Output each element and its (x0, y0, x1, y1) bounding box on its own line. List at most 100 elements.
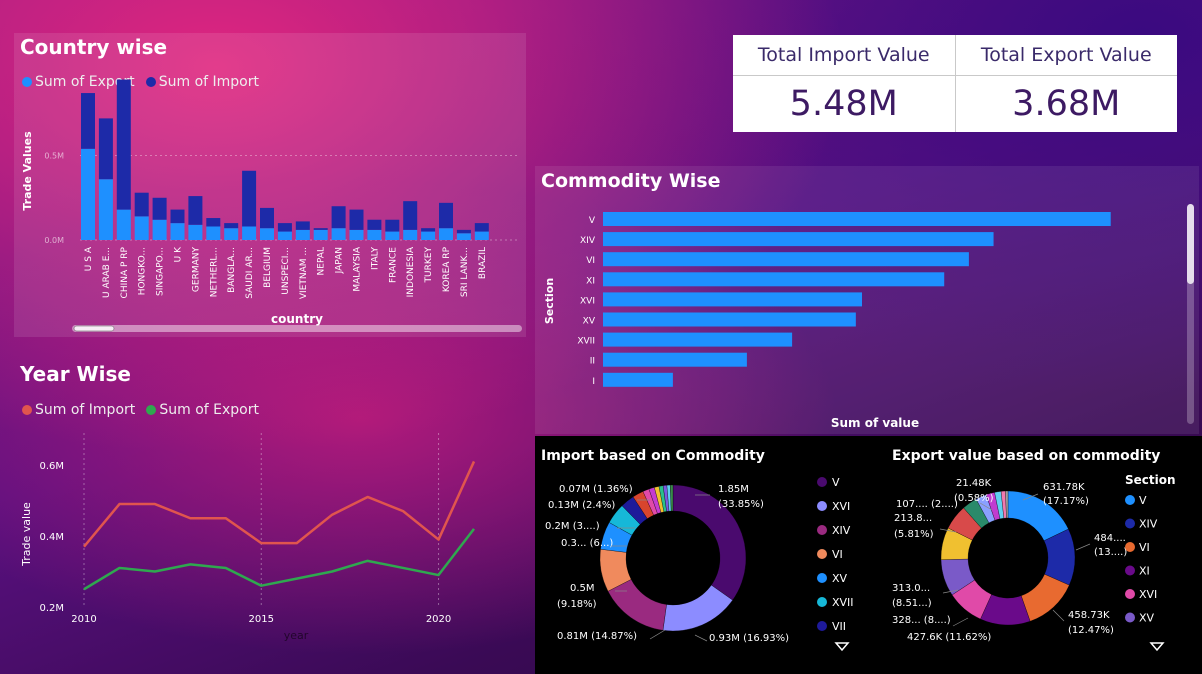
commodity-ytick: II (590, 357, 595, 367)
import-legend-label: XVI (832, 500, 850, 513)
import-legend-dot (817, 501, 827, 511)
country-bar-import (134, 192, 149, 217)
country-bar-import (403, 201, 418, 230)
export-legend-dot (1125, 542, 1135, 552)
country-bar-export (403, 229, 418, 240)
country-xtick: CHINA P RP (120, 246, 130, 298)
import-legend-label: XV (832, 572, 848, 585)
country-bar-import (295, 221, 310, 230)
import-donut-label: 0.5M (570, 583, 595, 594)
chevron-down-icon (1149, 642, 1165, 652)
country-xtick: GERMANY (191, 247, 201, 293)
country-bar-import (188, 196, 203, 225)
import-donut-slice (607, 579, 667, 631)
country-bar-export (421, 231, 436, 240)
country-bar-import (98, 118, 113, 180)
export-donut-label: (5.81%) (894, 529, 934, 540)
export-donut-label: (13....) (1094, 547, 1127, 558)
export-donut-panel: Export value based on commodity 631.78K(… (868, 440, 1198, 670)
country-bar-export (313, 229, 328, 240)
commodity-ytick: V (589, 216, 596, 226)
commodity-ytick: XV (583, 317, 596, 327)
export-legend-dot (1125, 589, 1135, 599)
country-bar-export (260, 228, 274, 240)
import-donut-label: (33.85%) (718, 499, 764, 510)
export-donut-chart: 631.78K (17.17%) 484.... (13....) 458.73K (12… (892, 473, 1176, 652)
country-bar-import (152, 197, 167, 220)
commodity-bar (603, 272, 945, 287)
export-donut-label: 484.... (1094, 533, 1126, 544)
country-xtick: MALAYSIA (353, 246, 363, 291)
import-donut-leader (649, 629, 666, 640)
kpi-import-value: 5.48M (789, 84, 898, 124)
import-legend-label: XIV (832, 524, 851, 537)
country-bar-export (385, 231, 400, 240)
commodity-bar (603, 252, 969, 267)
year-xtick: 2015 (249, 614, 274, 625)
country-bar-export (242, 226, 257, 240)
year-line-export (83, 528, 475, 591)
import-legend-label: V (832, 476, 840, 489)
export-donut-label: 458.73K (1068, 610, 1110, 621)
commodity-chart: SectionVXIVVIXIXVIXVXVIIIIISum of value (543, 204, 1194, 430)
country-bar-export (98, 179, 113, 240)
commodity-bar (603, 352, 747, 367)
import-donut-label: 0.93M (16.93%) (709, 633, 789, 644)
export-donut-leader (952, 617, 969, 627)
export-donut-label: 631.78K (1043, 482, 1085, 493)
country-xtick: U S A (84, 246, 94, 271)
export-donut-label: 427.6K (11.62%) (907, 632, 991, 643)
country-xtick: U K (174, 246, 184, 262)
export-donut-label: (12.47%) (1068, 625, 1114, 636)
country-xtick: BELGIUM (263, 247, 273, 288)
export-legend-dot (1125, 518, 1135, 529)
kpi-card: Total Import Value 5.48M Total Export Va… (733, 35, 1177, 132)
country-xtick: U ARAB E... (102, 247, 112, 298)
commodity-bar (603, 232, 994, 247)
country-bar-import (385, 219, 400, 232)
commodity-ytick: XVII (577, 337, 595, 347)
year-panel: Year Wise Sum of Import Sum of Export 0.… (14, 358, 526, 658)
chevron-down-icon (834, 642, 850, 652)
import-donut-label: 1.85M (718, 484, 749, 495)
commodity-ytick: VI (586, 256, 595, 266)
country-bar-import (277, 223, 292, 232)
export-legend-label: XI (1139, 565, 1150, 578)
import-legend-dot (817, 525, 827, 535)
country-xtick: NEPAL (317, 247, 327, 275)
import-donut-label: 0.81M (14.87%) (557, 631, 637, 642)
import-legend-dot (817, 573, 827, 583)
year-ylabel: Trade value (20, 502, 33, 567)
country-bar-export (439, 228, 453, 240)
export-legend-label: XVI (1139, 588, 1157, 601)
country-xtick: INDONESIA (406, 246, 416, 297)
import-donut-chart: 1.85M (33.85%) 0.93M (16.93%) 0.81M (14.87%… (545, 476, 854, 652)
export-donut-label: 213.8... (894, 513, 932, 524)
country-ylabel: Trade Values (21, 131, 34, 211)
export-legend-title: Section (1125, 473, 1176, 487)
country-xtick: ITALY (370, 247, 380, 270)
country-xtick: BRAZIL (478, 247, 488, 279)
country-bar-export (116, 209, 131, 240)
country-bar-export (170, 223, 185, 240)
commodity-bar (603, 332, 793, 347)
export-legend-label: VI (1139, 541, 1150, 554)
commodity-bar (603, 212, 1111, 226)
year-ytick: 0.2M (39, 603, 64, 614)
commodity-bar (603, 312, 856, 327)
country-bar-import (349, 209, 364, 230)
export-legend-label: V (1139, 494, 1147, 507)
import-legend-dot (817, 621, 827, 631)
year-ytick: 0.4M (39, 532, 64, 543)
commodity-ytick: XI (586, 276, 595, 286)
export-legend-label: XV (1139, 612, 1155, 625)
import-donut-label: 0.13M (2.4%) (548, 500, 615, 511)
country-bar-import (81, 93, 95, 149)
kpi-export-label: Total Export Value (955, 35, 1177, 76)
country-xtick: NETHERL... (209, 247, 219, 297)
kpi-export-value: 3.68M (1012, 84, 1121, 124)
country-xtick: BANGLA... (227, 247, 237, 293)
export-donut-label: (0.58%) (954, 493, 994, 504)
commodity-ytick: XIV (580, 236, 596, 246)
country-xtick: UNSPECI... (281, 247, 291, 295)
